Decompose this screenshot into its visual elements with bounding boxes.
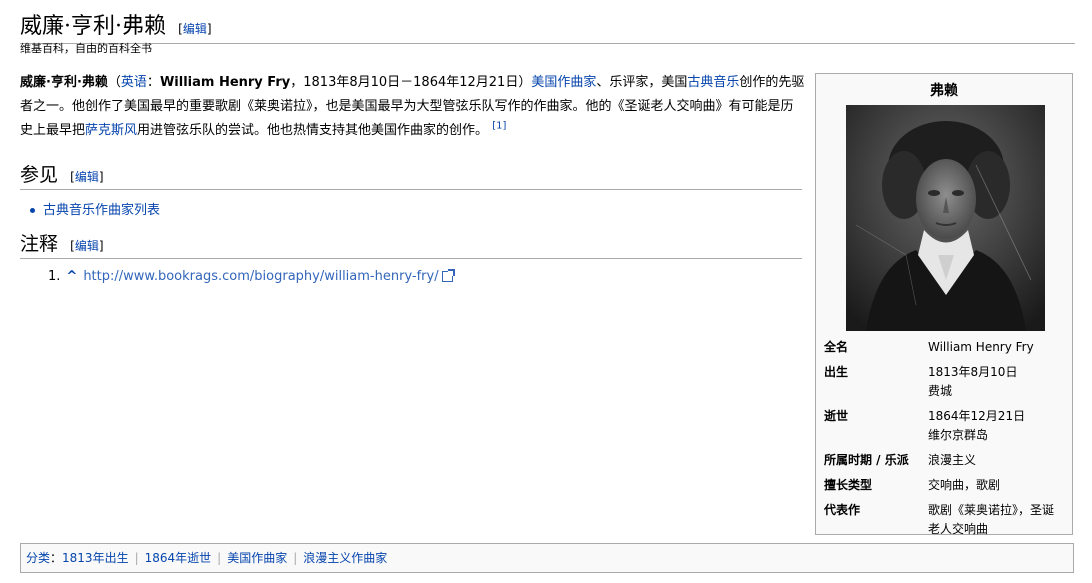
composers-list-link[interactable]: 古典音乐作曲家列表 (43, 203, 160, 218)
table-row: 擅长类型 交响曲，歌剧 (822, 473, 1068, 498)
notes-edit-link[interactable]: 编辑 (75, 239, 99, 253)
list-item: 1. ^ http://www.bookrags.com/biography/wil… (48, 269, 455, 284)
classical-music-link[interactable]: 古典音乐 (687, 75, 739, 90)
english-name: William Henry Fry (159, 75, 291, 90)
portrait-image[interactable] (846, 105, 1045, 331)
notes-title: 注释 (20, 233, 59, 255)
see-also-edit-link[interactable]: 编辑 (75, 170, 99, 184)
life-dates: ，1813年8月10日－1864年12月21日） (290, 75, 532, 90)
see-also-list: 古典音乐作曲家列表 (30, 199, 160, 218)
table-row: 出生 1813年8月10日 费城 (822, 360, 1068, 404)
page-title: 威廉·亨利·弗赖 (20, 14, 166, 39)
infobox-key: 全名 (824, 340, 849, 354)
birth-place: 费城 (928, 384, 953, 398)
infobox-value: William Henry Fry (928, 340, 1034, 354)
death-date: 1864年12月21日 (928, 409, 1026, 423)
category-colon: ： (50, 551, 63, 565)
text-colon: ： (146, 75, 160, 90)
infobox: 弗赖 全名 William Henry Fry 出生 1813年8月10日 费城… (815, 73, 1073, 536)
site-tagline: 维基百科，自由的百科全书 (20, 42, 152, 55)
notable-works: 歌剧《莱奥诺拉》，圣诞 (928, 503, 1055, 517)
see-also-title: 参见 (20, 164, 59, 186)
intro-text-1: 、乐评家，美国 (596, 75, 688, 90)
infobox-value: 浪漫主义 (928, 453, 977, 467)
notes-list: 1. ^ http://www.bookrags.com/biography/wil… (48, 269, 455, 284)
infobox-value: 歌剧《莱奥诺拉》，圣诞 老人交响曲 (926, 498, 1068, 542)
birth-date: 1813年8月10日 (928, 365, 1018, 379)
category-link[interactable]: 1813年出生 (62, 551, 129, 565)
category-link[interactable]: 美国作曲家 (227, 551, 287, 565)
infobox-key: 出生 (824, 365, 849, 379)
external-url-link[interactable]: http://www.bookrags.com/biography/willia… (83, 269, 438, 284)
back-reference-link[interactable]: ^ (66, 269, 77, 284)
saxophone-link[interactable]: 萨克斯风 (85, 123, 137, 138)
infobox-value: 1813年8月10日 费城 (926, 360, 1068, 404)
lang-link[interactable]: 英语 (121, 75, 147, 90)
category-bar: 分类：1813年出生 | 1864年逝世 | 美国作曲家 | 浪漫主义作曲家 (20, 543, 1074, 573)
us-composer-link[interactable]: 美国作曲家 (531, 75, 596, 90)
note-number: 1. (48, 269, 61, 284)
table-row: 全名 William Henry Fry (822, 335, 1068, 360)
subject-name: 威廉·亨利·弗赖 (20, 75, 108, 90)
infobox-title: 弗赖 (930, 83, 958, 99)
notable-works-cont: 老人交响曲 (928, 522, 989, 536)
edit-link[interactable]: 编辑 (183, 22, 207, 36)
infobox-table: 全名 William Henry Fry 出生 1813年8月10日 费城 逝世 … (822, 335, 1068, 542)
title-edit-link-wrap: [编辑] (178, 22, 212, 36)
categories-link[interactable]: 分类 (26, 551, 50, 565)
category-link[interactable]: 1864年逝世 (145, 551, 212, 565)
table-row: 所属时期 / 乐派 浪漫主义 (822, 448, 1068, 473)
infobox-key: 逝世 (824, 409, 849, 423)
reference-link[interactable]: [1] (492, 121, 506, 132)
infobox-value: 交响曲，歌剧 (928, 478, 1001, 492)
notes-heading: 注释 [编辑] (20, 229, 802, 259)
infobox-key: 代表作 (824, 503, 861, 517)
category-link[interactable]: 浪漫主义作曲家 (303, 551, 387, 565)
table-row: 逝世 1864年12月21日 维尔京群岛 (822, 404, 1068, 448)
intro-paragraph: 威廉·亨利·弗赖（英语：William Henry Fry，1813年8月10日… (20, 71, 805, 143)
intro-text-3: 用进管弦乐队的尝试。他也热情支持其他美国作曲家的创作。 (137, 123, 489, 138)
category-separator: | (217, 551, 222, 565)
category-separator: | (293, 551, 298, 565)
category-separator: | (134, 551, 139, 565)
external-link-icon (441, 269, 455, 282)
infobox-key: 擅长类型 (824, 478, 873, 492)
death-place: 维尔京群岛 (928, 428, 989, 442)
text-paren: （ (107, 75, 121, 90)
page-heading: 威廉·亨利·弗赖 [编辑] (20, 8, 1075, 44)
infobox-value: 1864年12月21日 维尔京群岛 (926, 404, 1068, 448)
infobox-key: 所属时期 / 乐派 (824, 453, 909, 467)
list-item: 古典音乐作曲家列表 (30, 199, 160, 218)
see-also-heading: 参见 [编辑] (20, 160, 802, 190)
table-row: 代表作 歌剧《莱奥诺拉》，圣诞 老人交响曲 (822, 498, 1068, 542)
